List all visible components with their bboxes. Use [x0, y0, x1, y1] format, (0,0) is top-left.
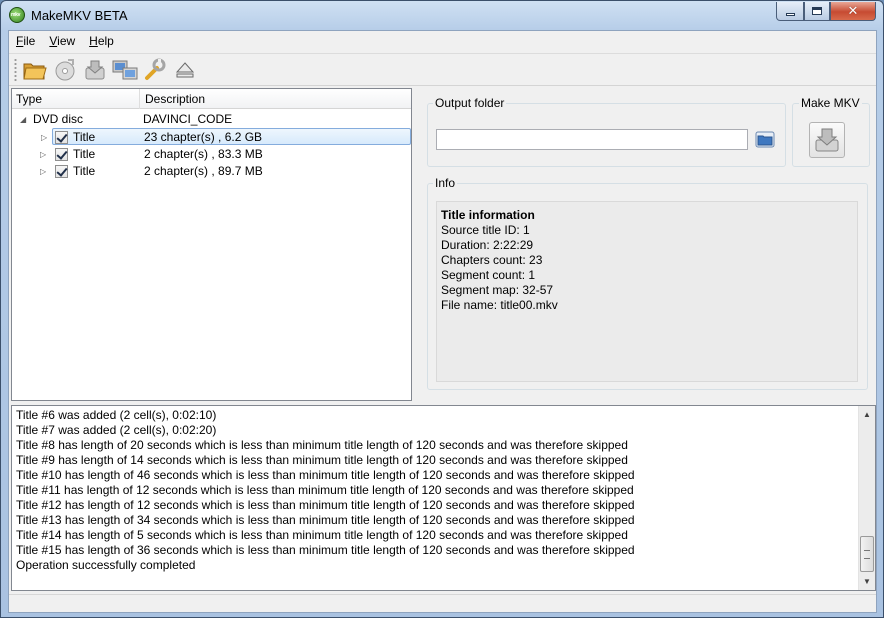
- preferences-icon: [145, 58, 166, 80]
- menu-help[interactable]: Help: [82, 32, 121, 51]
- menu-bar: File View Help: [9, 31, 876, 52]
- disc-type: DVD disc: [33, 112, 84, 126]
- scrollbar-thumb[interactable]: [860, 536, 874, 572]
- expand-arrow-icon[interactable]: ▷: [41, 133, 50, 142]
- log-line: Title #8 has length of 20 seconds which …: [16, 438, 628, 452]
- info-line: Segment count: 1: [441, 268, 536, 282]
- title-2-checkbox[interactable]: [55, 148, 68, 161]
- menu-view[interactable]: View: [42, 32, 82, 51]
- close-button[interactable]: ✕: [830, 2, 876, 21]
- open-disc-button[interactable]: [51, 57, 79, 83]
- title-1-type: Title: [73, 130, 96, 144]
- status-bar: [9, 594, 876, 612]
- eject-icon: [175, 62, 195, 78]
- client-area: File View Help Type Description ◢ DVD di…: [8, 30, 877, 613]
- tree-row-title-3[interactable]: ▷ Title 2 chapter(s) , 89.7 MB: [40, 163, 411, 180]
- menu-help-label: elp: [97, 34, 114, 48]
- info-heading: Title information: [441, 208, 535, 222]
- tree-header: Type Description: [12, 89, 411, 109]
- log-line: Title #13 has length of 34 seconds which…: [16, 513, 635, 527]
- info-line: Chapters count: 23: [441, 253, 543, 267]
- column-header-type[interactable]: Type: [12, 89, 140, 109]
- menu-view-accel: V: [49, 34, 58, 48]
- menu-file[interactable]: File: [9, 32, 42, 51]
- make-mkv-icon: [815, 128, 839, 152]
- output-folder-input[interactable]: [436, 129, 748, 150]
- close-icon: ✕: [847, 3, 859, 19]
- title-3-description: 2 chapter(s) , 89.7 MB: [144, 164, 263, 178]
- tree-row-disc[interactable]: ◢ DVD disc DAVINCI_CODE: [12, 111, 411, 128]
- title-tree[interactable]: Type Description ◢ DVD disc DAVINCI_CODE…: [11, 88, 412, 401]
- make-mkv-group: Make MKV: [792, 96, 870, 167]
- window-title: MakeMKV BETA: [31, 8, 128, 23]
- make-mkv-button[interactable]: [809, 122, 845, 158]
- scroll-down-arrow-icon[interactable]: ▼: [859, 573, 875, 590]
- output-folder-label: Output folder: [433, 96, 507, 110]
- collapse-arrow-icon[interactable]: ◢: [20, 115, 29, 124]
- log-lines: Title #6 was added (2 cell(s), 0:02:10) …: [16, 408, 856, 573]
- title-bar[interactable]: mkv MakeMKV BETA ✕: [1, 1, 883, 30]
- column-header-description[interactable]: Description: [141, 89, 411, 109]
- main-window: mkv MakeMKV BETA ✕ File View Help Type D…: [0, 0, 884, 618]
- maximize-icon: [812, 7, 822, 15]
- log-line: Title #14 has length of 5 seconds which …: [16, 528, 628, 542]
- menu-help-accel: H: [89, 34, 98, 48]
- info-line: Source title ID: 1: [441, 223, 530, 237]
- makemkv-app-icon[interactable]: mkv: [9, 7, 25, 23]
- log-line: Title #6 was added (2 cell(s), 0:02:10): [16, 408, 217, 422]
- info-line: Segment map: 32-57: [441, 283, 554, 297]
- title-1-checkbox[interactable]: [55, 131, 68, 144]
- log-line: Title #7 was added (2 cell(s), 0:02:20): [16, 423, 217, 437]
- stream-icon: [112, 60, 138, 80]
- title-3-checkbox[interactable]: [55, 165, 68, 178]
- log-line: Operation successfully completed: [16, 558, 196, 572]
- eject-button[interactable]: [171, 57, 199, 83]
- log-scrollbar[interactable]: ▲ ▼: [858, 406, 875, 590]
- menu-file-label: ile: [23, 34, 36, 48]
- log-line: Title #9 has length of 14 seconds which …: [16, 453, 628, 467]
- title-3-type: Title: [73, 164, 96, 178]
- output-folder-group: Output folder: [427, 96, 786, 167]
- backup-button[interactable]: [81, 57, 109, 83]
- preferences-button[interactable]: [141, 57, 169, 83]
- open-files-button[interactable]: [21, 57, 49, 83]
- info-label: Info: [433, 176, 458, 190]
- open-files-icon: [23, 63, 47, 80]
- expand-arrow-icon[interactable]: ▷: [40, 167, 49, 176]
- disc-description: DAVINCI_CODE: [143, 112, 233, 126]
- log-line: Title #15 has length of 36 seconds which…: [16, 543, 635, 557]
- minimize-button[interactable]: [776, 2, 804, 21]
- menu-view-label: iew: [57, 34, 76, 48]
- toolbar-grip[interactable]: [14, 58, 17, 82]
- expand-arrow-icon[interactable]: ▷: [40, 150, 49, 159]
- log-line: Title #11 has length of 12 seconds which…: [16, 483, 634, 497]
- make-mkv-label: Make MKV: [799, 96, 862, 110]
- app-icon-text: mkv: [11, 12, 21, 18]
- title-2-type: Title: [73, 147, 96, 161]
- folder-icon: [755, 131, 775, 148]
- tree-row-title-2[interactable]: ▷ Title 2 chapter(s) , 83.3 MB: [40, 146, 411, 163]
- log-line: Title #10 has length of 46 seconds which…: [16, 468, 635, 482]
- log-line: Title #12 has length of 12 seconds which…: [16, 498, 635, 512]
- minimize-icon: [785, 12, 795, 16]
- info-line: Duration: 2:22:29: [441, 238, 534, 252]
- log-output[interactable]: Title #6 was added (2 cell(s), 0:02:10) …: [11, 405, 876, 591]
- title-1-description: 23 chapter(s) , 6.2 GB: [144, 130, 263, 144]
- title-2-description: 2 chapter(s) , 83.3 MB: [144, 147, 263, 161]
- stream-button[interactable]: [111, 57, 139, 83]
- scroll-up-arrow-icon[interactable]: ▲: [859, 406, 875, 423]
- info-group: Info Title information Source title ID: …: [427, 176, 868, 390]
- backup-icon: [85, 60, 105, 80]
- open-disc-icon: [55, 59, 75, 81]
- browse-folder-button[interactable]: [754, 129, 776, 150]
- toolbar: [9, 53, 876, 86]
- info-panel: Title information Source title ID: 1 Dur…: [436, 201, 858, 382]
- info-line: File name: title00.mkv: [441, 298, 558, 312]
- tree-row-title-1[interactable]: ▷ Title 23 chapter(s) , 6.2 GB: [41, 128, 411, 145]
- maximize-button[interactable]: [804, 2, 830, 21]
